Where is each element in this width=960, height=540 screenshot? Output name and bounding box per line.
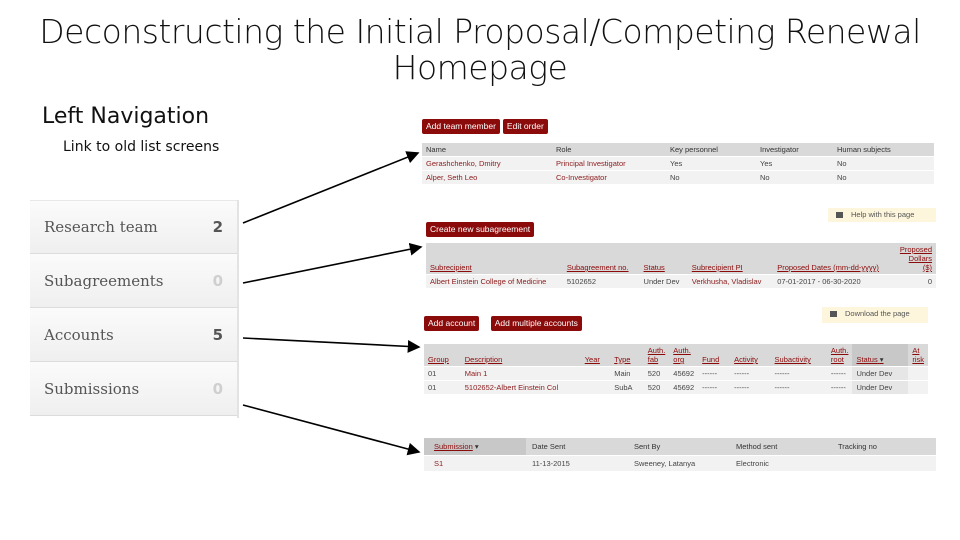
connector-arrows xyxy=(242,151,423,456)
arrow-submissions xyxy=(242,404,421,456)
arrow-research-team xyxy=(242,151,420,224)
arrow-accounts xyxy=(242,337,421,353)
arrow-subagreements xyxy=(242,242,423,284)
